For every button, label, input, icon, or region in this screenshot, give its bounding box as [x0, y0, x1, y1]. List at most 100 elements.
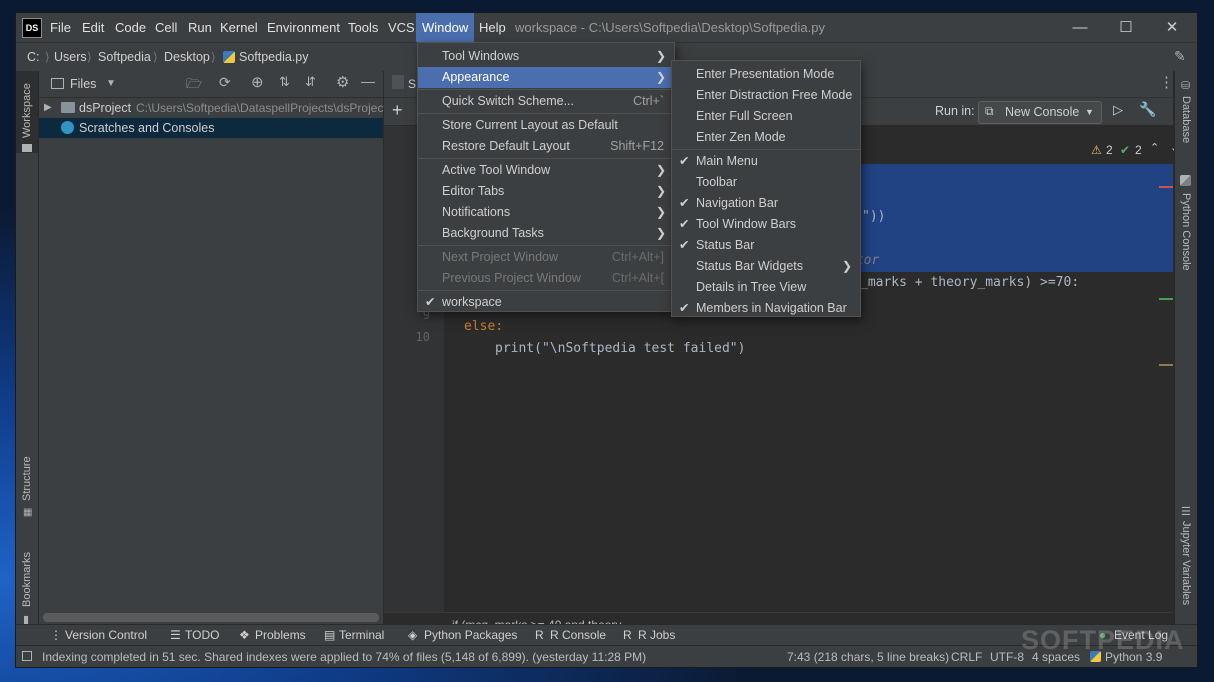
tool-python-packages[interactable]: Python Packages: [424, 625, 517, 646]
settings-gear-icon[interactable]: ⚙: [336, 73, 349, 91]
panel-header: Files ▼ 🗁 ⟳ ⊕ ⇅ ⇵ ⚙ —: [39, 71, 383, 98]
tool-bookmarks[interactable]: Bookmarks: [21, 552, 33, 607]
menu-vcs[interactable]: VCS: [382, 13, 421, 42]
tool-todo[interactable]: TODO: [185, 625, 219, 646]
error-marker: [1159, 186, 1173, 188]
window-menu-appearance[interactable]: Appearance ❯: [418, 67, 674, 88]
appearance-status-bar-widgets[interactable]: Status Bar Widgets ❯: [672, 256, 860, 277]
menu-item-label: Navigation Bar: [696, 196, 778, 210]
run-icon[interactable]: ▷: [1113, 102, 1123, 118]
caret-position[interactable]: 7:43 (218 chars, 5 line breaks): [787, 646, 949, 667]
appearance-enter-zen-mode[interactable]: Enter Zen Mode: [672, 127, 860, 148]
collapse-all-icon[interactable]: ⇵: [305, 74, 316, 90]
close-icon[interactable]: ✕: [1149, 13, 1195, 42]
chevron-right-icon: ❯: [655, 205, 666, 219]
window-menu-tool-windows[interactable]: Tool Windows ❯: [418, 46, 674, 67]
python-file-icon: [392, 75, 404, 89]
chevron-right-icon: ❯: [655, 184, 666, 198]
menu-item-shortcut: Ctrl+`: [633, 94, 664, 108]
appearance-enter-full-screen[interactable]: Enter Full Screen: [672, 106, 860, 127]
appearance-navigation-bar[interactable]: ✔ Navigation Bar: [672, 193, 860, 214]
appearance-status-bar[interactable]: ✔ Status Bar: [672, 235, 860, 256]
menu-separator: [418, 245, 674, 246]
appearance-details-in-tree-view[interactable]: Details in Tree View: [672, 277, 860, 298]
menu-item-label: Details in Tree View: [696, 280, 807, 294]
window-menu-store-current-layout-as-default[interactable]: Store Current Layout as Default: [418, 115, 674, 136]
window-menu-quick-switch-scheme[interactable]: Quick Switch Scheme... Ctrl+`: [418, 91, 674, 112]
chevron-right-icon[interactable]: ▶: [44, 98, 52, 118]
tool-terminal[interactable]: Terminal: [339, 625, 384, 646]
tool-python-console[interactable]: Python Console: [1180, 193, 1192, 271]
chevron-right-icon: ❯: [655, 163, 666, 177]
code-line-10[interactable]: print("\nSoftpedia test failed"): [495, 341, 745, 356]
menu-code[interactable]: Code: [109, 13, 152, 42]
menu-window[interactable]: Window: [416, 13, 475, 42]
tool-r-console[interactable]: R Console: [550, 625, 606, 646]
warning-icon[interactable]: ⚠: [1091, 143, 1102, 157]
code-line-7[interactable]: _marks + theory_marks) >=70:: [860, 275, 1079, 290]
menu-cell[interactable]: Cell: [149, 13, 183, 42]
menu-help[interactable]: Help: [473, 13, 512, 42]
file-encoding[interactable]: UTF-8: [990, 646, 1024, 667]
editor-tab-label[interactable]: S: [408, 71, 416, 97]
appearance-tool-window-bars[interactable]: ✔ Tool Window Bars: [672, 214, 860, 235]
python-console-icon: [1180, 175, 1191, 186]
window-menu-notifications[interactable]: Notifications ❯: [418, 202, 674, 223]
more-options-icon[interactable]: ⋮: [1159, 73, 1174, 91]
tree-item-dsproject[interactable]: ▶ dsProject C:\Users\Softpedia\Dataspell…: [39, 98, 387, 118]
warning-count: 2: [1106, 143, 1113, 157]
wrench-icon[interactable]: 🔧: [1139, 101, 1156, 118]
maximize-icon[interactable]: ☐: [1103, 13, 1149, 42]
minimize-icon[interactable]: —: [1057, 13, 1103, 42]
menu-tools[interactable]: Tools: [342, 13, 384, 42]
breadcrumb-softpedia[interactable]: Softpedia: [98, 43, 151, 71]
hide-panel-icon[interactable]: —: [361, 73, 375, 89]
menu-file[interactable]: File: [44, 13, 77, 42]
tool-database[interactable]: Database: [1180, 96, 1192, 143]
tool-r-jobs[interactable]: R Jobs: [638, 625, 675, 646]
edit-icon[interactable]: ✎: [1174, 48, 1186, 65]
refresh-icon[interactable]: ⟳: [219, 74, 231, 91]
tree-item-scratches[interactable]: Scratches and Consoles: [39, 118, 383, 138]
panel-title[interactable]: Files: [70, 71, 96, 97]
window-menu-background-tasks[interactable]: Background Tasks ❯: [418, 223, 674, 244]
appearance-toolbar[interactable]: Toolbar: [672, 172, 860, 193]
expand-all-icon[interactable]: ⇅: [279, 74, 290, 90]
breadcrumb-file[interactable]: Softpedia.py: [239, 43, 309, 71]
window-menu-active-tool-window[interactable]: Active Tool Window ❯: [418, 160, 674, 181]
menu-run[interactable]: Run: [182, 13, 218, 42]
appearance-members-in-navigation-bar[interactable]: ✔ Members in Navigation Bar: [672, 298, 860, 319]
tool-jupyter-variables[interactable]: Jupyter Variables: [1180, 521, 1192, 605]
tool-structure[interactable]: Structure: [21, 456, 33, 501]
breadcrumb-desktop[interactable]: Desktop: [164, 43, 210, 71]
tool-workspace[interactable]: Workspace: [21, 83, 33, 138]
breadcrumb-drive[interactable]: C:: [27, 43, 40, 71]
horizontal-scrollbar[interactable]: [43, 613, 379, 622]
locate-icon[interactable]: ⊕: [251, 73, 264, 91]
appearance-main-menu[interactable]: ✔ Main Menu: [672, 151, 860, 172]
menu-environment[interactable]: Environment: [261, 13, 346, 42]
menu-edit[interactable]: Edit: [76, 13, 110, 42]
line-separator[interactable]: CRLF: [951, 646, 982, 667]
add-cell-icon[interactable]: +: [392, 100, 403, 121]
chevron-down-icon[interactable]: ▼: [106, 71, 116, 97]
check-icon[interactable]: ✔: [1120, 143, 1130, 157]
status-message[interactable]: Indexing completed in 51 sec. Shared ind…: [42, 646, 646, 667]
window-menu-restore-default-layout[interactable]: Restore Default Layout Shift+F12: [418, 136, 674, 157]
tool-version-control[interactable]: Version Control: [65, 625, 147, 646]
menu-kernel[interactable]: Kernel: [214, 13, 264, 42]
window-menu-editor-tabs[interactable]: Editor Tabs ❯: [418, 181, 674, 202]
menu-item-label: Main Menu: [696, 154, 758, 168]
run-target-dropdown[interactable]: ⧉ New Console ▼: [978, 101, 1102, 124]
chevron-up-icon[interactable]: ⌃: [1150, 141, 1159, 154]
status-toggle-icon[interactable]: [22, 651, 32, 661]
code-line-9[interactable]: else:: [464, 319, 503, 334]
appearance-enter-presentation-mode[interactable]: Enter Presentation Mode: [672, 64, 860, 85]
appearance-enter-distraction-free-mode[interactable]: Enter Distraction Free Mode: [672, 85, 860, 106]
new-folder-icon[interactable]: 🗁: [186, 75, 202, 97]
tool-problems[interactable]: Problems: [255, 625, 306, 646]
menu-item-label: Quick Switch Scheme...: [442, 94, 574, 108]
breadcrumb-users[interactable]: Users: [54, 43, 87, 71]
code-line-2[interactable]: ")): [862, 209, 885, 224]
window-menu-workspace[interactable]: ✔ workspace: [418, 292, 674, 313]
